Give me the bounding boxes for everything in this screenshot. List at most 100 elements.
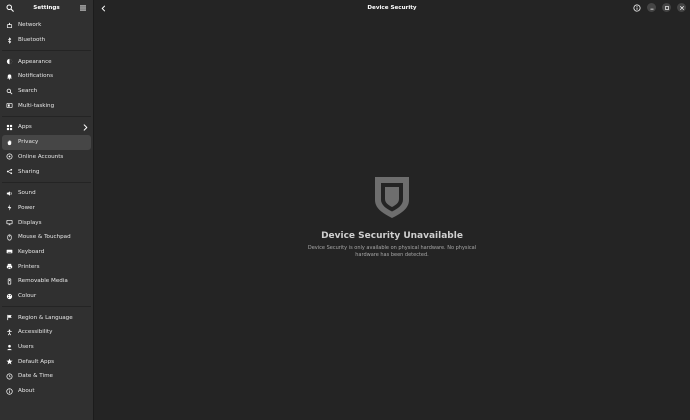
minimize-icon [650, 8, 653, 9]
sidebar-item-appearance[interactable]: Appearance [2, 54, 91, 69]
mouse-icon [5, 233, 14, 242]
sidebar-item-label: Keyboard [18, 248, 45, 255]
back-button[interactable] [98, 3, 108, 13]
sidebar-item-label: About [18, 388, 35, 395]
bluetooth-icon [5, 36, 14, 45]
sidebar-item-multi-tasking[interactable]: Multi-tasking [2, 98, 91, 113]
palette-icon [5, 292, 14, 301]
empty-state-description: Device Security is only available on phy… [307, 245, 477, 258]
sidebar-item-removable-media[interactable]: Removable Media [2, 274, 91, 289]
settings-window: Settings Network Bluetooth Appearance Notif… [0, 0, 690, 420]
clock-icon [5, 372, 14, 381]
apps-icon [5, 123, 14, 132]
sidebar: Settings Network Bluetooth Appearance Notif… [0, 0, 94, 420]
sidebar-item-users[interactable]: Users [2, 340, 91, 355]
sidebar-group: Region & Language Accessibility Users Defau… [2, 309, 91, 399]
hand-icon [5, 138, 14, 147]
sidebar-item-colour[interactable]: Colour [2, 289, 91, 304]
sidebar-item-label: Displays [18, 219, 42, 226]
sidebar-separator [2, 181, 91, 183]
sidebar-item-label: Apps [18, 124, 32, 131]
sidebar-item-label: Mouse & Touchpad [18, 234, 71, 241]
minimize-button[interactable] [647, 3, 656, 12]
main-header: Device Security [94, 0, 690, 16]
menu-icon[interactable] [78, 3, 88, 13]
sidebar-group: Network Bluetooth [2, 17, 91, 48]
sidebar-item-sound[interactable]: Sound [2, 186, 91, 201]
info-button[interactable] [632, 3, 641, 12]
users-icon [5, 343, 14, 352]
sidebar-item-search[interactable]: Search [2, 84, 91, 99]
page-title: Device Security [367, 5, 417, 11]
sidebar-item-label: Appearance [18, 58, 52, 65]
printer-icon [5, 262, 14, 271]
power-icon [5, 203, 14, 212]
info-icon [632, 3, 641, 12]
sidebar-group: Appearance Notifications Search Multi-taski… [2, 53, 91, 114]
search-icon[interactable] [5, 3, 15, 13]
sidebar-item-apps[interactable]: Apps [2, 120, 91, 135]
sidebar-item-label: Multi-tasking [18, 102, 55, 109]
keyboard-icon [5, 247, 14, 256]
sidebar-item-label: Printers [18, 263, 40, 270]
sidebar-item-label: Removable Media [18, 278, 68, 285]
sidebar-separator [2, 50, 91, 52]
sidebar-item-label: Notifications [18, 73, 54, 80]
appearance-icon [5, 57, 14, 66]
sidebar-item-label: Sound [18, 190, 36, 197]
close-icon [679, 5, 684, 10]
multitasking-icon [5, 101, 14, 110]
main-panel: Device Security Device Security Unavaila… [94, 0, 690, 420]
sidebar-title: Settings [33, 5, 60, 11]
speaker-icon [5, 189, 14, 198]
sidebar-item-region-and-language[interactable]: Region & Language [2, 310, 91, 325]
sidebar-item-label: Accessibility [18, 329, 53, 336]
share-icon [5, 167, 14, 176]
accessibility-icon [5, 328, 14, 337]
sidebar-separator [2, 116, 91, 118]
network-icon [5, 21, 14, 30]
empty-state-title: Device Security Unavailable [321, 231, 463, 241]
sidebar-list: Network Bluetooth Appearance Notifications S… [0, 16, 93, 401]
sidebar-item-power[interactable]: Power [2, 201, 91, 216]
online-accounts-icon [5, 152, 14, 161]
sidebar-item-date-and-time[interactable]: Date & Time [2, 369, 91, 384]
sidebar-item-label: Default Apps [18, 358, 55, 365]
usb-icon [5, 277, 14, 286]
sidebar-item-privacy[interactable]: Privacy [2, 134, 91, 150]
sidebar-item-label: Users [18, 344, 34, 351]
sidebar-item-label: Online Accounts [18, 153, 64, 160]
sidebar-item-label: Colour [18, 293, 37, 300]
sidebar-group: Sound Power Displays Mouse & Touchpad Keyboa… [2, 185, 91, 305]
sidebar-item-mouse-and-touchpad[interactable]: Mouse & Touchpad [2, 230, 91, 245]
sidebar-header: Settings [0, 0, 93, 16]
star-icon [5, 357, 14, 366]
display-icon [5, 218, 14, 227]
sidebar-group: Apps Privacy Online Accounts Sharing [2, 119, 91, 180]
chevron-left-icon [101, 5, 105, 11]
sidebar-item-about[interactable]: About [2, 384, 91, 399]
sidebar-item-sharing[interactable]: Sharing [2, 164, 91, 179]
sidebar-item-notifications[interactable]: Notifications [2, 69, 91, 84]
sidebar-item-network[interactable]: Network [2, 18, 91, 33]
close-button[interactable] [677, 3, 686, 12]
sidebar-item-label: Bluetooth [18, 37, 46, 44]
sidebar-item-label: Search [18, 88, 38, 95]
sidebar-item-label: Region & Language [18, 314, 73, 321]
maximize-button[interactable] [662, 3, 671, 12]
maximize-icon [664, 5, 669, 10]
sidebar-item-displays[interactable]: Displays [2, 215, 91, 230]
sidebar-item-online-accounts[interactable]: Online Accounts [2, 150, 91, 165]
sidebar-item-label: Date & Time [18, 373, 53, 380]
sidebar-item-keyboard[interactable]: Keyboard [2, 245, 91, 260]
sidebar-item-accessibility[interactable]: Accessibility [2, 325, 91, 340]
sidebar-separator [2, 306, 91, 308]
flag-icon [5, 313, 14, 322]
sidebar-item-printers[interactable]: Printers [2, 259, 91, 274]
bell-icon [5, 72, 14, 81]
sidebar-item-label: Network [18, 22, 42, 29]
sidebar-item-bluetooth[interactable]: Bluetooth [2, 33, 91, 48]
sidebar-item-default-apps[interactable]: Default Apps [2, 354, 91, 369]
search-icon [5, 87, 14, 96]
sidebar-item-label: Sharing [18, 168, 40, 175]
